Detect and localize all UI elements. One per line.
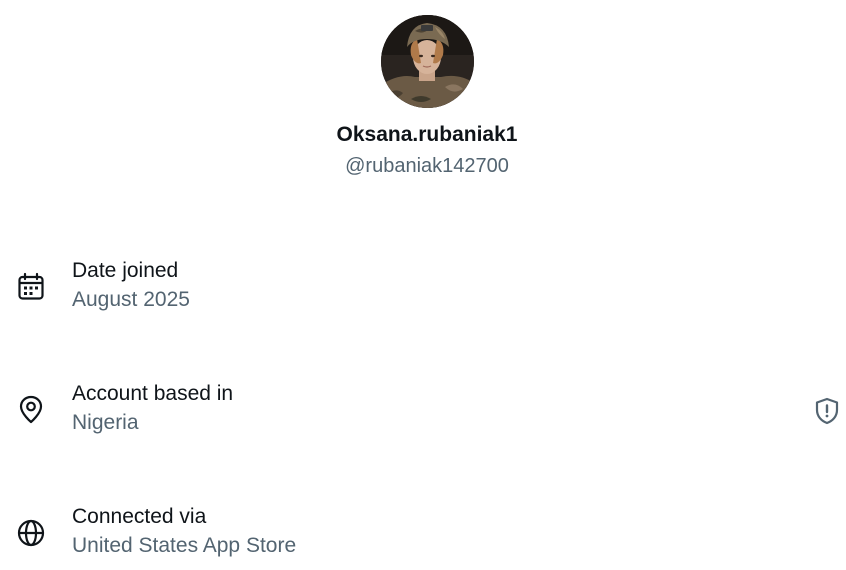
account-based-in-value: Nigeria <box>72 411 139 434</box>
date-joined-row: Date joined August 2025 <box>0 258 846 318</box>
account-based-in-row: Account based in Nigeria <box>0 381 846 441</box>
account-based-in-label: Account based in <box>72 382 234 405</box>
date-joined-value: August 2025 <box>72 288 190 311</box>
connected-via-value: United States App Store <box>72 534 297 557</box>
date-joined-label: Date joined <box>72 259 179 282</box>
calendar-icon <box>16 272 46 302</box>
connected-via-row: Connected via United States App Store <box>0 504 846 564</box>
connected-via-label: Connected via <box>72 505 207 528</box>
avatar[interactable] <box>381 15 474 108</box>
location-pin-icon <box>16 395 46 425</box>
avatar-image <box>381 15 474 108</box>
globe-icon <box>16 518 46 548</box>
display-name: Oksana.rubaniak1 <box>336 123 518 146</box>
profile-header: Oksana.rubaniak1 @rubaniak142700 <box>0 0 846 190</box>
shield-alert-icon[interactable] <box>814 397 840 425</box>
username-handle: @rubaniak142700 <box>345 155 509 177</box>
